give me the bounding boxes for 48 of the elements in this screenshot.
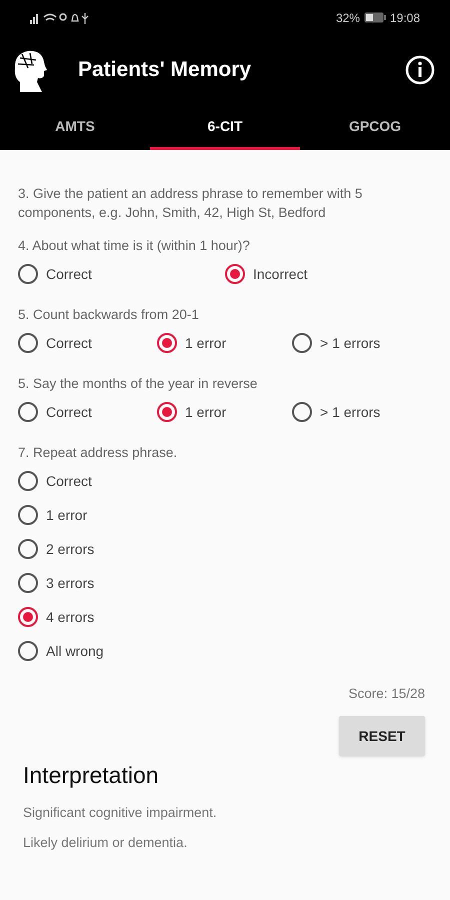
signal-icon (30, 12, 90, 24)
radio-button[interactable] (225, 264, 245, 284)
score-text: Score: 15/28 (348, 685, 425, 703)
option-label: 1 error (185, 334, 226, 352)
info-icon[interactable] (405, 55, 435, 85)
option-label: > 1 errors (320, 402, 380, 422)
option-label: All wrong (46, 642, 104, 661)
question-text: 5. Say the months of the year in reverse (18, 375, 258, 393)
radio-button[interactable] (18, 607, 38, 627)
radio-button[interactable] (18, 539, 38, 559)
radio-button[interactable] (157, 402, 177, 422)
app-title: Patients' Memory (78, 57, 252, 84)
tab[interactable]: 6-CIT (150, 105, 300, 150)
tab[interactable]: GPCOG (300, 105, 450, 150)
option-label: 4 errors (46, 608, 94, 626)
interpretation-text: Likely delirium or dementia. (23, 834, 188, 852)
interpretation-text: Significant cognitive impairment. (23, 804, 218, 822)
battery-percent: 32% (336, 10, 360, 26)
radio-button[interactable] (18, 505, 38, 525)
interpretation-heading: Interpretation (23, 761, 160, 790)
question-text: 3. Give the patient an address phrase to remember with 5 components, e.g. John, Smith, 42, High St, Bedford (18, 185, 364, 222)
option-label: Correct (46, 472, 92, 490)
option-label: 3 errors (46, 574, 94, 592)
radio-button[interactable] (18, 471, 38, 491)
battery-icon (364, 12, 386, 23)
option-label: > 1 errors (320, 334, 380, 352)
question-text: 4. About what time is it (within 1 hour)? (18, 237, 251, 255)
radio-button[interactable] (18, 402, 38, 422)
clock-time: 19:08 (390, 10, 420, 26)
option-label: 1 error (185, 402, 226, 422)
radio-button[interactable] (157, 333, 177, 353)
head-silhouette-icon (12, 48, 48, 92)
option-label: Incorrect (253, 264, 308, 284)
option-label: Correct (46, 402, 92, 422)
question-text: 7. Repeat address phrase. (18, 444, 178, 462)
option-label: 1 error (46, 506, 88, 524)
question-text: 5. Count backwards from 20-1 (18, 306, 200, 324)
radio-button[interactable] (18, 641, 38, 661)
option-label: Correct (46, 264, 92, 284)
radio-button[interactable] (18, 573, 38, 593)
radio-button[interactable] (18, 333, 38, 353)
reset-button[interactable]: RESET (339, 716, 425, 756)
radio-button[interactable] (18, 264, 38, 284)
tab[interactable]: AMTS (0, 105, 150, 150)
radio-button[interactable] (292, 402, 312, 422)
option-label: Correct (46, 334, 92, 352)
radio-button[interactable] (292, 333, 312, 353)
option-label: 2 errors (46, 540, 94, 558)
